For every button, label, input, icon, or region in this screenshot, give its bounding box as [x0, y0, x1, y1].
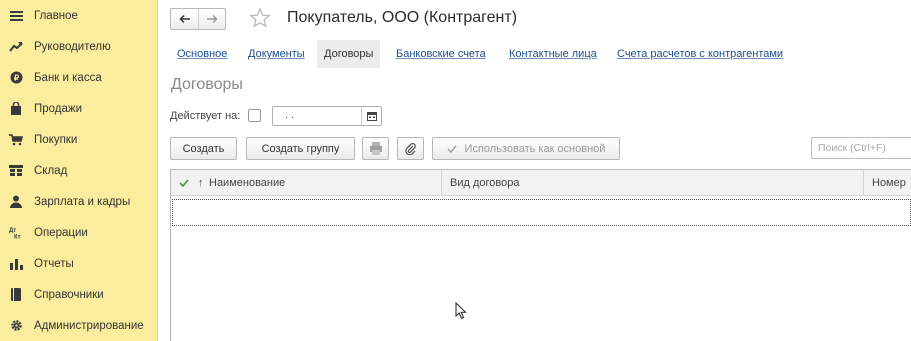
valid-on-label: Действует на:: [170, 110, 241, 122]
history-nav: [170, 8, 226, 30]
svg-text:Дт: Дт: [9, 228, 16, 234]
sidebar-item-bank[interactable]: ₽ Банк и касса: [0, 62, 158, 93]
form-area: Покупатель, ООО (Контрагент) Основное До…: [159, 0, 911, 341]
bar-chart-icon: [9, 257, 23, 271]
favorite-star-icon[interactable]: [249, 7, 271, 29]
sidebar-item-operations[interactable]: Дт Кт Операции: [0, 217, 158, 248]
check-icon: [447, 145, 457, 153]
search-input[interactable]: Поиск (Ctrl+F): [811, 137, 911, 159]
check-column-icon[interactable]: [179, 170, 189, 196]
arrow-left-icon: [178, 14, 190, 24]
sidebar-item-admin[interactable]: Администрирование: [0, 310, 158, 341]
trend-chart-icon: [9, 40, 23, 54]
tab-settlement-accounts[interactable]: Счета расчетов с контрагентами: [617, 40, 783, 68]
print-icon: [369, 142, 382, 155]
back-button[interactable]: [171, 9, 198, 29]
column-separator[interactable]: [863, 170, 864, 196]
use-as-main-button[interactable]: Использовать как основной: [432, 137, 620, 160]
sidebar-item-label: Зарплата и кадры: [34, 195, 131, 208]
column-number[interactable]: Номер: [872, 170, 906, 196]
sidebar-item-label: Администрирование: [34, 319, 144, 332]
use-as-main-label: Использовать как основной: [464, 142, 606, 155]
section-title: Договоры: [171, 76, 243, 93]
sidebar-item-label: Главное: [34, 9, 78, 22]
sidebar-item-label: Справочники: [34, 288, 104, 301]
sidebar-item-reports[interactable]: Отчеты: [0, 248, 158, 279]
valid-on-checkbox[interactable]: [248, 109, 261, 122]
sidebar-item-label: Продажи: [34, 102, 83, 115]
tab-contracts[interactable]: Договоры: [317, 40, 381, 68]
forward-button[interactable]: [198, 9, 225, 29]
menu-lines-icon: [9, 9, 23, 23]
sidebar-item-label: Склад: [34, 164, 68, 177]
date-value: . .: [285, 109, 295, 121]
tab-documents[interactable]: Документы: [248, 40, 305, 68]
book-icon: [9, 288, 23, 302]
sidebar-item-salary[interactable]: Зарплата и кадры: [0, 186, 158, 217]
sidebar-item-purchases[interactable]: Покупки: [0, 124, 158, 155]
calendar-icon[interactable]: [361, 107, 381, 125]
sidebar-item-label: Покупки: [34, 133, 78, 146]
table-row[interactable]: [172, 199, 911, 226]
sidebar-item-label: Отчеты: [34, 257, 74, 270]
paperclip-icon: [405, 143, 416, 155]
print-button[interactable]: [362, 137, 389, 160]
tab-contacts[interactable]: Контактные лица: [509, 40, 597, 68]
sidebar-item-sales[interactable]: Продажи: [0, 93, 158, 124]
svg-text:Кт: Кт: [14, 235, 21, 240]
create-group-button[interactable]: Создать группу: [246, 137, 355, 160]
column-name[interactable]: Наименование: [209, 170, 285, 196]
sidebar-item-label: Руководителю: [34, 40, 111, 53]
sidebar-item-label: Банк и касса: [34, 71, 102, 84]
sort-asc-icon: ↑: [198, 177, 204, 189]
sidebar-item-director[interactable]: Руководителю: [0, 31, 158, 62]
shopping-bag-icon: [9, 102, 23, 116]
coin-icon: ₽: [9, 71, 23, 85]
svg-text:₽: ₽: [13, 74, 18, 83]
shopping-cart-icon: [9, 133, 23, 147]
warehouse-icon: [9, 164, 23, 178]
tab-bank-accounts[interactable]: Банковские счета: [396, 40, 486, 68]
operations-icon: Дт Кт: [9, 226, 23, 240]
contracts-table: ↑ Наименование Вид договора Номер: [170, 169, 911, 341]
arrow-right-icon: [207, 14, 218, 24]
sidebar-item-label: Операции: [34, 226, 88, 239]
column-separator[interactable]: [441, 170, 442, 196]
mouse-cursor-icon: [455, 301, 467, 323]
create-button[interactable]: Создать: [170, 137, 237, 160]
gear-icon: [9, 319, 23, 333]
section-panel: Главное Руководителю ₽ Банк и касса Прод…: [0, 0, 158, 341]
column-contract-type[interactable]: Вид договора: [450, 170, 519, 196]
page-title: Покупатель, ООО (Контрагент): [287, 9, 518, 26]
tab-main[interactable]: Основное: [177, 40, 227, 68]
table-header: ↑ Наименование Вид договора Номер: [171, 170, 911, 196]
sidebar-item-catalogs[interactable]: Справочники: [0, 279, 158, 310]
sidebar-item-main[interactable]: Главное: [0, 0, 158, 31]
attach-button[interactable]: [397, 137, 424, 160]
valid-on-date-field[interactable]: . .: [272, 106, 382, 126]
person-icon: [9, 195, 23, 209]
sidebar-item-warehouse[interactable]: Склад: [0, 155, 158, 186]
